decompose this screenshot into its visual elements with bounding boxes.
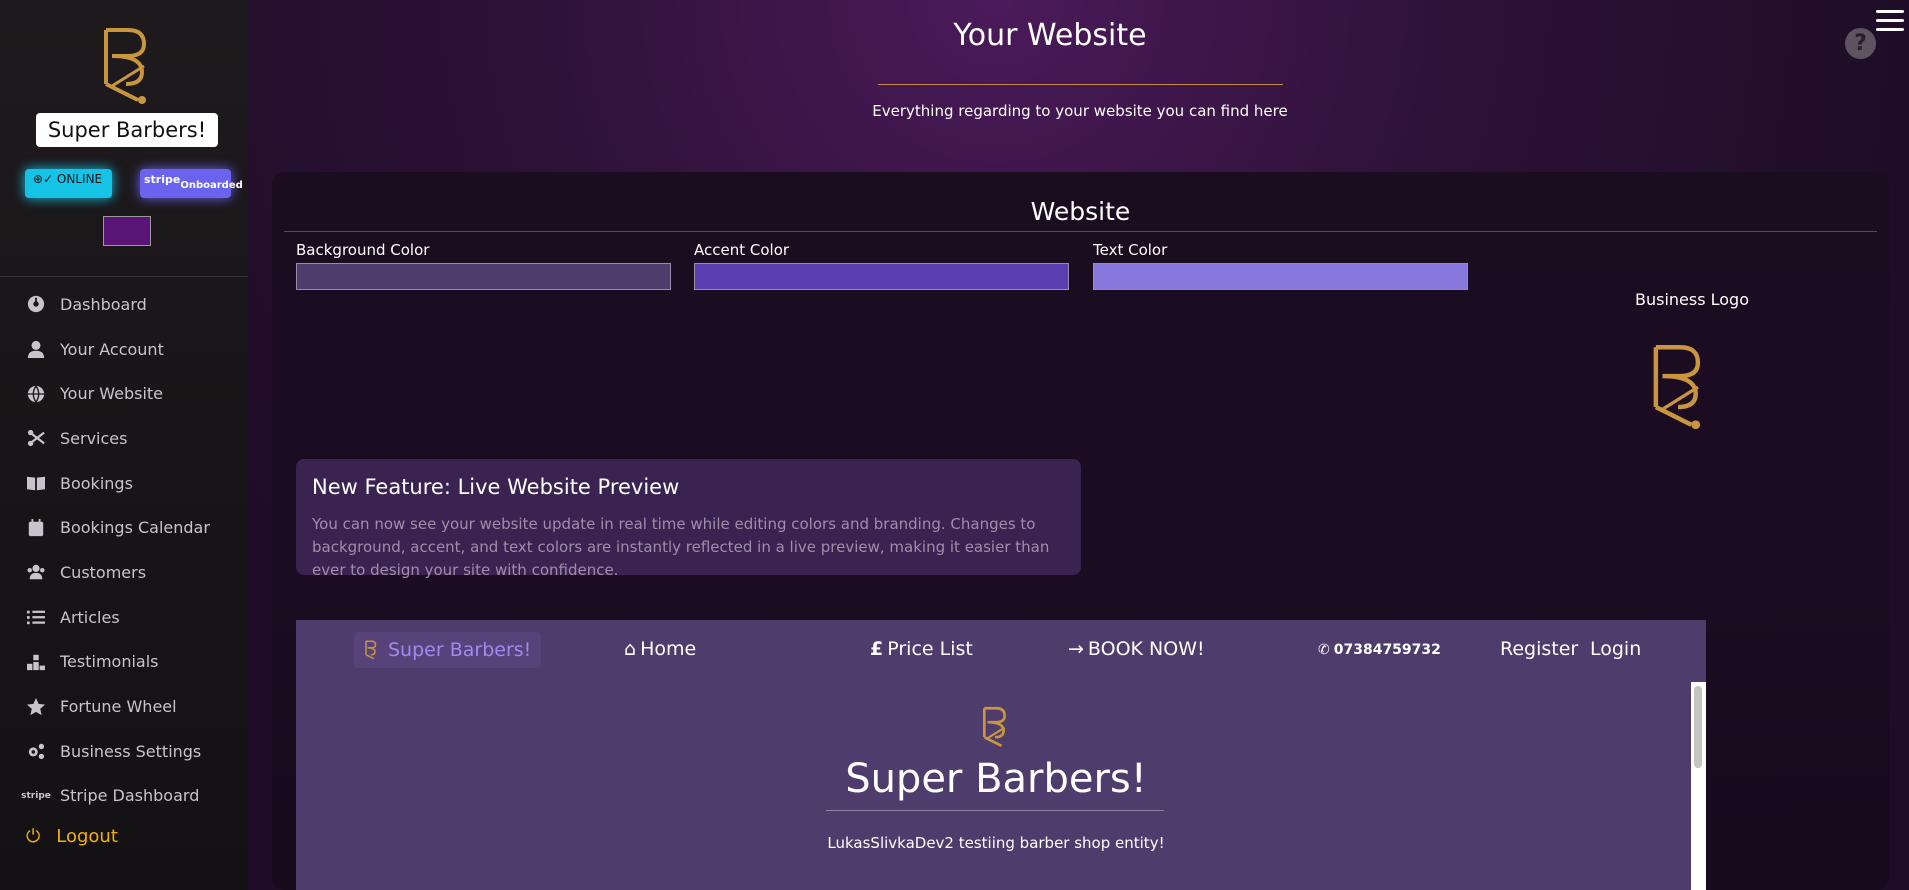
sidebar-item-label: Your Website (60, 384, 164, 404)
power-icon: ⏻ (26, 826, 41, 847)
business-name: Super Barbers! (36, 113, 218, 147)
preview-nav-home[interactable]: ⌂ Home (624, 638, 696, 660)
sidebar-item-your-website[interactable]: Your Website (0, 371, 248, 416)
sidebar-divider (0, 276, 248, 277)
help-icon[interactable]: ? (1845, 28, 1876, 59)
sidebar-item-your-account[interactable]: Your Account (0, 327, 248, 372)
preview-brand-label: Super Barbers! (388, 639, 532, 661)
globe-icon (26, 384, 46, 404)
preview-nav-price-list[interactable]: £ Price List (870, 638, 973, 660)
panel-title: Website (1030, 197, 1131, 226)
preview-hero-divider (826, 810, 1164, 811)
preview-phone-number: 07384759732 (1333, 642, 1441, 658)
preview-navbar: Super Barbers! ⌂ Home £ Price List → BOO… (296, 620, 1706, 680)
calendar-icon (26, 518, 46, 538)
preview-nav-register[interactable]: Register (1500, 638, 1578, 660)
podium-icon (26, 652, 46, 672)
sidebar-item-fortune-wheel[interactable]: Fortune Wheel (0, 684, 248, 729)
logout-button[interactable]: ⏻ Logout (26, 826, 118, 847)
sidebar-item-label: Testimonials (60, 652, 159, 672)
preview-hero-logo (980, 706, 1010, 748)
live-website-preview: Super Barbers! ⌂ Home £ Price List → BOO… (296, 620, 1706, 890)
online-status-badge[interactable]: ⊕✓ ONLINE (25, 169, 112, 198)
sidebar-item-articles[interactable]: Articles (0, 595, 248, 640)
book-icon (26, 473, 46, 493)
sidebar-item-dashboard[interactable]: Dashboard (0, 282, 248, 327)
sidebar-item-label: Services (60, 428, 128, 448)
feature-announcement-card: New Feature: Live Website Preview You ca… (296, 459, 1081, 579)
title-divider (878, 84, 1283, 85)
preview-hero-title: Super Barbers! (845, 756, 1147, 802)
sidebar-item-label: Bookings Calendar (60, 518, 210, 538)
business-logo-label: Business Logo (1634, 290, 1749, 309)
preview-nav-login[interactable]: Login (1590, 638, 1641, 660)
arrow-right-icon: → (1068, 638, 1084, 660)
pound-icon: £ (870, 638, 884, 660)
preview-hero-subtitle: LukasSlivkaDev2 testiing barber shop ent… (827, 834, 1165, 852)
text-color-label: Text Color (1093, 241, 1168, 259)
cogs-icon (26, 741, 46, 761)
text-color-input[interactable] (1093, 263, 1468, 290)
stripe-badge-label: stripe (144, 173, 181, 186)
home-icon: ⌂ (624, 638, 637, 660)
star-icon (26, 697, 46, 717)
stripe-icon: stripe (21, 790, 51, 801)
sidebar-item-label: Dashboard (60, 294, 147, 314)
list-icon (26, 607, 46, 627)
logout-label: Logout (56, 826, 118, 847)
accent-color-label: Accent Color (694, 241, 790, 259)
users-icon (26, 562, 46, 582)
dashboard-icon (26, 294, 46, 314)
preview-brand-icon (365, 640, 377, 660)
preview-nav-phone[interactable]: ✆ 07384759732 (1318, 642, 1441, 658)
sidebar-item-customers[interactable]: Customers (0, 550, 248, 595)
sidebar-item-label: Bookings (60, 473, 133, 493)
stripe-badge-sub: Onboarded (180, 180, 243, 191)
sidebar-item-testimonials[interactable]: Testimonials (0, 640, 248, 685)
brand-logo[interactable] (98, 26, 154, 104)
sidebar-item-business-settings[interactable]: Business Settings (0, 729, 248, 774)
preview-brand-link[interactable]: Super Barbers! (354, 632, 542, 668)
website-panel: Website Background Color Accent Color Te… (272, 172, 1889, 890)
sidebar-item-label: Stripe Dashboard (60, 786, 200, 806)
preview-nav-home-label: Home (640, 638, 697, 660)
page-subtitle: Everything regarding to your website you… (872, 102, 1288, 120)
preview-nav-book-now-label: BOOK NOW! (1087, 638, 1205, 660)
feature-description: You can now see your website update in r… (312, 515, 1050, 579)
sidebar: Super Barbers! ⊕✓ ONLINE stripeOnboarded… (0, 0, 248, 890)
accent-color-input[interactable] (694, 263, 1069, 290)
theme-color-swatch[interactable] (103, 216, 151, 246)
sidebar-item-stripe-dashboard[interactable]: stripe Stripe Dashboard (0, 774, 248, 819)
sidebar-item-label: Business Settings (60, 741, 202, 761)
scissors-icon (26, 428, 46, 448)
preview-nav-book-now[interactable]: → BOOK NOW! (1068, 638, 1205, 660)
menu-icon[interactable] (1876, 10, 1904, 36)
user-icon (26, 339, 46, 359)
stripe-onboarded-badge[interactable]: stripeOnboarded (140, 169, 243, 198)
sidebar-item-bookings-calendar[interactable]: Bookings Calendar (0, 505, 248, 550)
background-color-input[interactable] (296, 263, 671, 290)
preview-scrollbar-thumb[interactable] (1694, 686, 1702, 768)
sidebar-item-label: Customers (60, 562, 147, 582)
preview-nav-price-list-label: Price List (887, 638, 973, 660)
phone-icon: ✆ (1318, 642, 1330, 658)
panel-divider (284, 231, 1877, 232)
page-title: Your Website (953, 18, 1147, 53)
sidebar-item-bookings[interactable]: Bookings (0, 461, 248, 506)
background-color-label: Background Color (296, 241, 430, 259)
sidebar-item-services[interactable]: Services (0, 416, 248, 461)
feature-title: New Feature: Live Website Preview (312, 475, 680, 499)
sidebar-item-label: Fortune Wheel (60, 697, 177, 717)
sidebar-nav: Dashboard Your Account Your Website Serv… (0, 282, 248, 818)
sidebar-item-label: Articles (60, 607, 120, 627)
business-logo-image[interactable] (1647, 334, 1709, 438)
sidebar-item-label: Your Account (60, 339, 164, 359)
